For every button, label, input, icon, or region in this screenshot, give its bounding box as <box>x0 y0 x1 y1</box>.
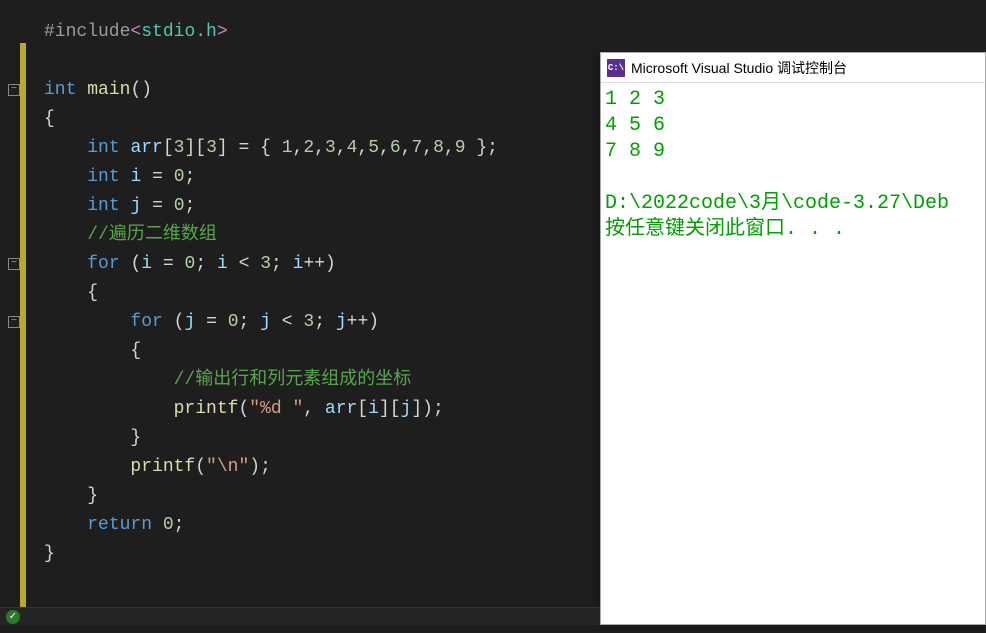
code-line[interactable]: } <box>26 424 600 453</box>
code-line[interactable] <box>26 47 600 76</box>
code-editor-pane[interactable]: #include<stdio.h>int main()−{ int arr[3]… <box>0 0 600 625</box>
code-line[interactable]: { <box>26 337 600 366</box>
console-title-text: Microsoft Visual Studio 调试控制台 <box>631 58 847 78</box>
code-line[interactable]: { <box>26 105 600 134</box>
code-line[interactable]: } <box>26 540 600 569</box>
code-line[interactable]: } <box>26 482 600 511</box>
fold-toggle-icon[interactable]: − <box>8 84 20 96</box>
code-line[interactable]: printf("\n"); <box>26 453 600 482</box>
code-line[interactable]: int j = 0; <box>26 192 600 221</box>
console-output: 1 2 3 4 5 6 7 8 9 D:\2022code\3月\code-3.… <box>601 83 985 247</box>
code-line[interactable]: int main()− <box>26 76 600 105</box>
code-line[interactable]: #include<stdio.h> <box>26 18 600 47</box>
fold-toggle-icon[interactable]: − <box>8 258 20 270</box>
code-line[interactable]: return 0; <box>26 511 600 540</box>
fold-toggle-icon[interactable]: − <box>8 316 20 328</box>
code-line[interactable]: for (i = 0; i < 3; i++)− <box>26 250 600 279</box>
code-line[interactable]: //输出行和列元素组成的坐标 <box>26 366 600 395</box>
code-area[interactable]: #include<stdio.h>int main()−{ int arr[3]… <box>26 18 600 569</box>
status-bar: ✓ <box>0 607 600 625</box>
console-app-icon: C:\ <box>607 59 625 77</box>
code-line[interactable]: for (j = 0; j < 3; j++)− <box>26 308 600 337</box>
code-line[interactable]: //遍历二维数组 <box>26 221 600 250</box>
code-line[interactable]: printf("%d ", arr[i][j]); <box>26 395 600 424</box>
code-line[interactable]: int i = 0; <box>26 163 600 192</box>
status-ok-icon: ✓ <box>6 610 20 624</box>
debug-console-window[interactable]: C:\ Microsoft Visual Studio 调试控制台 1 2 3 … <box>600 52 986 625</box>
console-titlebar[interactable]: C:\ Microsoft Visual Studio 调试控制台 <box>601 53 985 83</box>
code-line[interactable]: { <box>26 279 600 308</box>
code-line[interactable]: int arr[3][3] = { 1,2,3,4,5,6,7,8,9 }; <box>26 134 600 163</box>
